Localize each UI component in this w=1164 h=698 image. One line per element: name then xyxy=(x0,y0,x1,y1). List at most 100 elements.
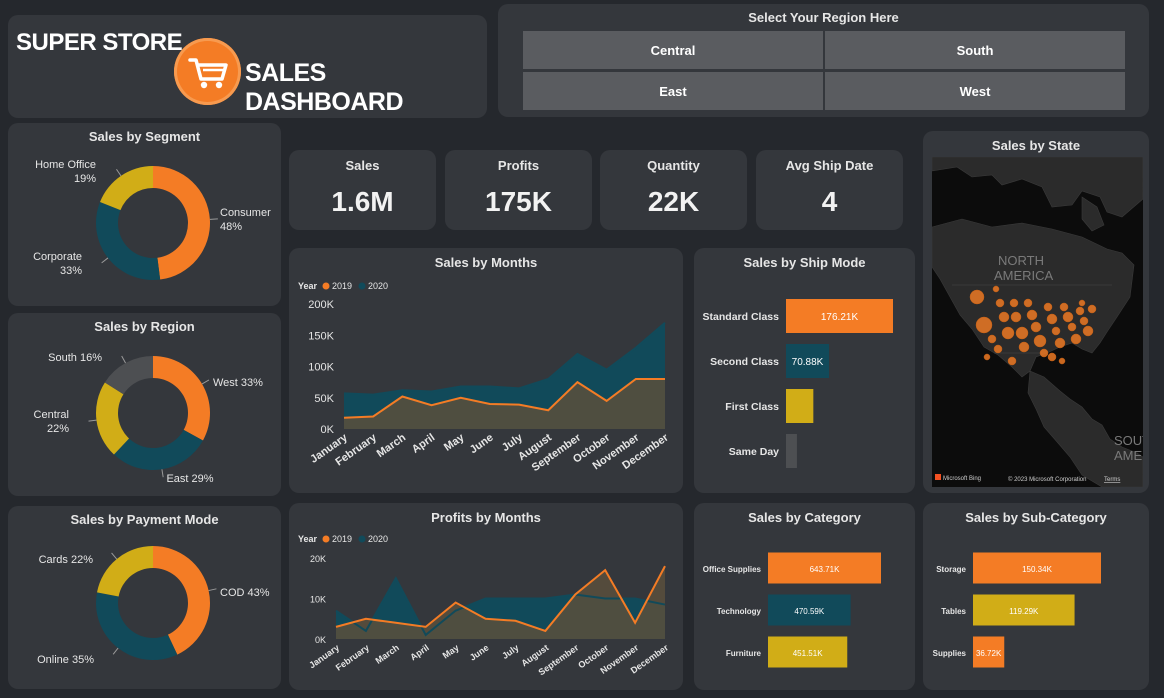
sub-category-card: Sales by Sub-Category Storage 150.34K Tabl… xyxy=(923,503,1149,690)
region-button-central[interactable]: Central xyxy=(523,31,823,69)
sub-category-chart[interactable]: Storage 150.34K Tables 119.29K Supplies 36.72… xyxy=(923,503,1149,690)
state-bubble xyxy=(1054,337,1066,349)
donut-slice-online xyxy=(96,592,178,660)
leader-line xyxy=(161,469,164,478)
region-button-south[interactable]: South xyxy=(825,31,1125,69)
segment-donut-chart[interactable]: Consumer 48% Corporate 33% Home Office 19% xyxy=(8,123,281,306)
bar-category-label: Technology xyxy=(717,607,762,616)
donut-slice-west xyxy=(153,356,210,441)
donut-label-consumer: Consumer 48% xyxy=(220,207,271,233)
state-bubble xyxy=(1047,352,1057,362)
legend-marker-2019 xyxy=(322,282,330,290)
header-card: SUPER STORE SALES DASHBOARD xyxy=(8,15,487,118)
y-tick-label: 20K xyxy=(310,554,326,564)
y-tick-label: 100K xyxy=(308,362,334,374)
bar-category-label: First Class xyxy=(725,401,779,413)
legend-label-2019: 2019 xyxy=(332,281,352,291)
region-donut-chart[interactable]: West 33% East 29% Central 22% South 16% xyxy=(8,313,281,496)
donut-label-online: Online 35% xyxy=(37,654,94,666)
state-bubble xyxy=(975,316,993,334)
donut-label-corporate: Corporate 33% xyxy=(33,251,82,277)
state-bubble xyxy=(1001,326,1015,340)
donut-slice-cards xyxy=(97,546,153,597)
state-bubble xyxy=(1070,333,1082,345)
bar-category-label: Tables xyxy=(941,607,966,616)
legend-marker-2020 xyxy=(358,282,366,290)
shopping-cart-icon xyxy=(174,38,241,105)
donut-label-cod: COD 43% xyxy=(220,587,270,599)
ship-mode-card: Sales by Ship Mode Standard Class 176.21K… xyxy=(694,248,915,493)
x-tick-label: April xyxy=(410,432,437,456)
legend-label-2020: 2020 xyxy=(368,281,388,291)
state-bubble xyxy=(1007,356,1017,366)
x-tick-label: July xyxy=(500,642,520,661)
leader-line xyxy=(208,588,217,592)
region-button-west[interactable]: West xyxy=(825,72,1125,110)
state-bubble xyxy=(1059,302,1069,312)
donut-label-east: East 29% xyxy=(166,473,213,485)
kpi-quantity-label: Quantity xyxy=(647,158,700,173)
x-tick-label: June xyxy=(468,432,496,457)
map-credit: Microsoft Bing xyxy=(943,476,981,482)
category-card: Sales by Category Office Supplies 643.71K… xyxy=(694,503,915,690)
state-bubble xyxy=(993,344,1003,354)
region-selector-card: Select Your Region Here Central South Ea… xyxy=(498,4,1149,117)
bar-category-label: Storage xyxy=(936,565,966,574)
sales-by-state-map[interactable]: NORTH AMERICA SOUT AMER Microsoft Bing ©… xyxy=(932,157,1143,487)
bar-category-label: Supplies xyxy=(933,649,967,658)
kpi-sales-value: 1.6M xyxy=(331,186,394,217)
donut-slice-home-office xyxy=(100,166,153,211)
state-bubble xyxy=(998,311,1010,323)
y-tick-label: 0K xyxy=(321,424,335,436)
profits-months-card: Profits by Months Year 2019 2020 0K 10K 20K Ja… xyxy=(289,503,683,690)
kpi-ship-card: Avg Ship Date 4 xyxy=(756,150,903,230)
payment-card: Sales by Payment Mode COD 43% Online 35% C… xyxy=(8,506,281,689)
kpi-ship-value: 4 xyxy=(821,186,838,217)
donut-label-cards: Cards 22% xyxy=(39,554,94,566)
state-bubble xyxy=(1062,311,1074,323)
donut-label-west: West 33% xyxy=(213,377,263,389)
state-bubble xyxy=(1010,311,1022,323)
legend-label-2020: 2020 xyxy=(368,534,388,544)
ship-mode-chart[interactable]: Standard Class 176.21K Second Class 70.88K F… xyxy=(694,248,915,493)
state-bubble xyxy=(1023,298,1033,308)
leader-line xyxy=(116,168,122,177)
donut-label-central: Central 22% xyxy=(34,409,70,435)
leader-line xyxy=(121,355,126,364)
x-tick-label: May xyxy=(442,431,467,454)
region-button-east[interactable]: East xyxy=(523,72,823,110)
sales-months-card: Sales by Months Year 2019 2020 0K 50K 100K 150… xyxy=(289,248,683,493)
y-tick-label: 10K xyxy=(310,595,326,605)
segment-card: Sales by Segment Consumer 48% Corporate 33%… xyxy=(8,123,281,306)
payment-donut-chart[interactable]: COD 43% Online 35% Cards 22% xyxy=(8,506,281,689)
map-terms-link[interactable]: Terms xyxy=(1104,477,1120,483)
state-bubble xyxy=(1087,304,1097,314)
x-tick-label: March xyxy=(374,642,401,665)
leader-line xyxy=(201,379,210,385)
kpi-quantity-card: Quantity 22K xyxy=(600,150,747,230)
kpi-quantity-value: 22K xyxy=(647,186,700,217)
bing-logo-icon xyxy=(935,474,941,480)
leader-line xyxy=(101,257,109,264)
legend-title: Year xyxy=(298,281,318,291)
kpi-sales-label: Sales xyxy=(345,158,380,173)
category-chart[interactable]: Office Supplies 643.71K Technology 470.59K F… xyxy=(694,503,915,690)
kpi-sales-card: Sales 1.6M xyxy=(289,150,436,230)
x-tick-label: April xyxy=(408,642,431,662)
x-tick-label: June xyxy=(468,642,491,662)
sales-months-chart[interactable]: Year 2019 20200K50K100K150K200KJanuaryFebr… xyxy=(289,248,683,493)
title-line1: SUPER STORE xyxy=(16,29,183,56)
donut-slice-east xyxy=(113,429,203,470)
state-bubble xyxy=(1018,341,1030,353)
bar-category-label: Second Class xyxy=(710,356,779,368)
leader-line xyxy=(111,552,118,560)
kpi-profits-label: Profits xyxy=(497,158,540,173)
donut-slice-consumer xyxy=(153,166,211,280)
bar xyxy=(786,389,814,423)
profits-months-chart[interactable]: Year 2019 20200K10K20KJanuaryFebruary March… xyxy=(289,503,683,690)
state-bubble xyxy=(1009,298,1019,308)
donut-slice-corporate xyxy=(96,202,161,280)
leader-line xyxy=(112,647,119,655)
legend-marker-2019 xyxy=(322,535,330,543)
y-tick-label: 200K xyxy=(308,299,334,311)
